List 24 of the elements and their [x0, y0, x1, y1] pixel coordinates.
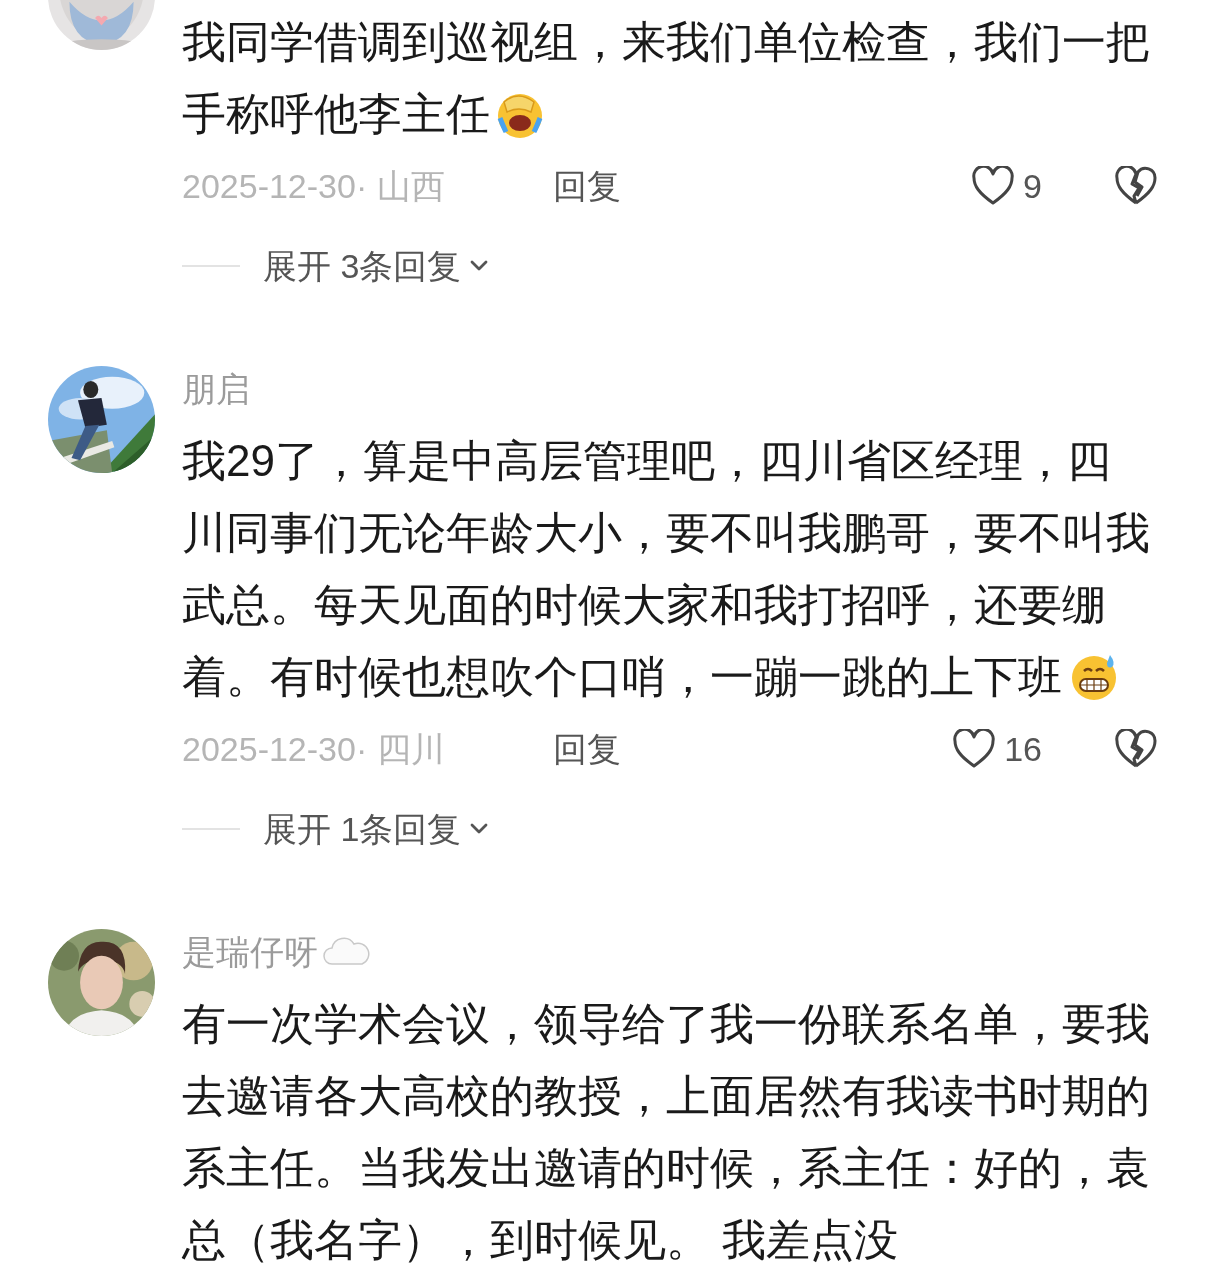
broken-heart-icon[interactable]	[1114, 166, 1158, 206]
like-count: 16	[1004, 728, 1042, 770]
comment-line: 我29了，算是中高层管理吧，四川省区经理，四	[182, 435, 1111, 487]
comment-line: 有一次学术会议，领导给了我一份联系名单，要我	[182, 998, 1150, 1050]
comment-line: 手称呼他李主任	[182, 88, 490, 140]
like-count: 9	[1023, 165, 1042, 207]
expand-replies-button[interactable]: 展开 3条回复	[263, 240, 490, 292]
comment-line: 武总。每天见面的时候大家和我打招呼，还要绷	[182, 579, 1106, 631]
expand-replies-button[interactable]: 展开 1条回复	[263, 803, 490, 855]
heart-icon[interactable]	[952, 729, 997, 769]
comment-line: 川同事们无论年龄大小，要不叫我鹏哥，要不叫我	[182, 507, 1150, 559]
comment-line: 去邀请各大高校的教授，上面居然有我读书时期的	[182, 1070, 1150, 1122]
chevron-down-icon	[469, 259, 490, 273]
comment-line: 总（我名字），到时候见。 我差点没	[182, 1214, 899, 1266]
broken-heart-icon[interactable]	[1114, 729, 1158, 769]
comment-date: 2025-12-30· 山西	[182, 165, 446, 207]
reply-link[interactable]: 回复	[553, 723, 621, 775]
comment-date: 2025-12-30· 四川	[182, 728, 446, 770]
comment-line: 系主任。当我发出邀请的时候，系主任：好的，袁	[182, 1142, 1150, 1194]
comment-line: 着。有时候也想吹个口哨，一蹦一跳的上下班	[182, 651, 1062, 703]
chevron-down-icon	[469, 822, 490, 836]
reply-link[interactable]: 回复	[553, 160, 621, 212]
heart-icon[interactable]	[971, 166, 1016, 206]
comment-line: 我同学借调到巡视组，来我们单位检查，我们一把	[182, 16, 1150, 68]
